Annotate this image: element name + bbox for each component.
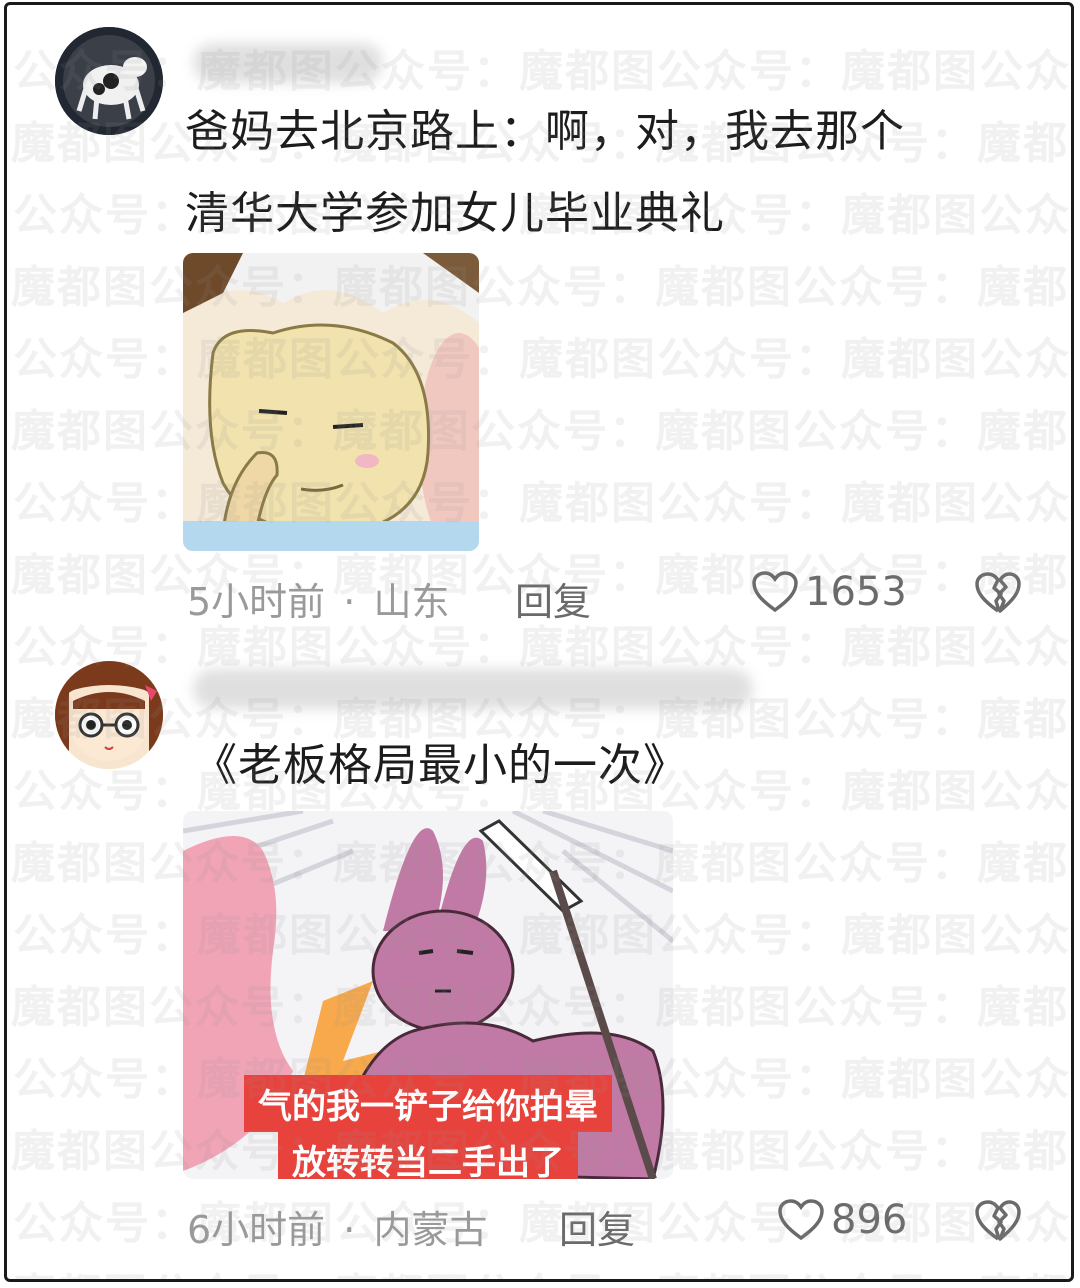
comment-image[interactable]: 气的我一铲子给你拍晕 放转转当二手出了 (183, 811, 673, 1179)
watermark-text: 公众号：魔都图 (335, 46, 657, 97)
watermark-row: 公众号：魔都图 公众号：魔都图 公众号：魔都图 公众号：魔都图 公众号：魔都图 … (7, 395, 1071, 459)
watermark-text: 公众号：魔都图 (657, 334, 979, 385)
username-blurred[interactable] (193, 43, 383, 83)
reply-button[interactable]: 回复 (515, 571, 591, 626)
watermark-text: 公众号：魔都图 (7, 406, 149, 457)
watermark-text: 公众号：魔都图 (979, 1054, 1071, 1105)
comment-text: 《老板格局最小的一次》 (193, 740, 688, 791)
comment-time: 6小时前 (187, 1208, 326, 1252)
watermark-text: 公众号：魔都图 (793, 838, 1071, 889)
like-button[interactable]: 1653 (751, 569, 907, 615)
watermark-text: 公众号：魔都图 (7, 1126, 149, 1177)
meta-separator: · (343, 580, 356, 624)
watermark-text: 公众号：魔都图 (149, 1259, 471, 1279)
watermark-text: 公众号：魔都图 (979, 910, 1071, 961)
broken-heart-icon (975, 572, 1021, 613)
watermark-text: 公众号：魔都图 (7, 550, 149, 601)
heart-outline-icon (752, 571, 798, 613)
watermark-text: 公众号：魔都图 (7, 982, 149, 1033)
watermark-text: 公众号：魔都图 (979, 46, 1071, 97)
watermark-row: 公众号：魔都图 公众号：魔都图 公众号：魔都图 公众号：魔都图 公众号：魔都图 … (13, 323, 1071, 387)
watermark-text: 公众号：魔都图 (657, 1054, 979, 1105)
watermark-row: 公众号：魔都图 公众号：魔都图 公众号：魔都图 公众号：魔都图 公众号：魔都图 … (13, 35, 1071, 99)
watermark-text: 公众号：魔都图 (979, 478, 1071, 529)
watermark-text: 公众号：魔都图 (979, 334, 1071, 385)
watermark-text: 公众号：魔都图 (657, 622, 979, 673)
watermark-row: 公众号：魔都图 公众号：魔都图 公众号：魔都图 公众号：魔都图 公众号：魔都图 … (7, 1259, 1071, 1279)
watermark-text: 公众号：魔都图 (657, 478, 979, 529)
comment-meta: 6小时前 · 内蒙古 (187, 1199, 487, 1254)
broken-heart-icon (975, 1200, 1021, 1241)
watermark-text: 公众号：魔都图 (7, 262, 149, 313)
heart-outline-icon (778, 1199, 824, 1241)
username-blurred[interactable] (193, 669, 753, 709)
comment-image[interactable] (183, 253, 479, 551)
image-caption-line: 放转转当二手出了 (278, 1131, 578, 1179)
dislike-button[interactable] (973, 1199, 1023, 1247)
watermark-text: 公众号：魔都图 (793, 1259, 1071, 1279)
comment-text: 爸妈去北京路上：啊，对，我去那个 清华大学参加女儿毕业典礼 (185, 106, 905, 239)
avatar[interactable] (55, 27, 163, 135)
watermark-text: 公众号：魔都图 (471, 1259, 793, 1279)
watermark-text: 公众号：魔都图 (793, 262, 1071, 313)
watermark-text: 公众号：魔都图 (979, 622, 1071, 673)
watermark-text: 公众号：魔都图 (7, 1259, 149, 1279)
watermark-text: 公众号：魔都图 (471, 406, 793, 457)
image-caption-line: 气的我一铲子给你拍晕 (244, 1075, 612, 1132)
watermark-text: 公众号：魔都图 (793, 406, 1071, 457)
watermark-text: 公众号：魔都图 (793, 1126, 1071, 1177)
watermark-row: 公众号：魔都图 公众号：魔都图 公众号：魔都图 公众号：魔都图 公众号：魔都图 … (7, 251, 1071, 315)
meta-separator: · (343, 1208, 356, 1252)
reply-button[interactable]: 回复 (559, 1199, 635, 1254)
comment-location: 山东 (373, 580, 450, 624)
comment-time: 5小时前 (187, 580, 326, 624)
watermark-row: 公众号：魔都图 公众号：魔都图 公众号：魔都图 公众号：魔都图 公众号：魔都图 … (13, 1187, 1071, 1251)
like-count: 1653 (805, 569, 907, 615)
comment-location: 内蒙古 (373, 1208, 488, 1252)
dislike-button[interactable] (973, 571, 1023, 619)
watermark-row: 公众号：魔都图 公众号：魔都图 公众号：魔都图 公众号：魔都图 公众号：魔都图 … (13, 467, 1071, 531)
avatar[interactable] (55, 661, 163, 769)
watermark-text: 公众号：魔都图 (657, 46, 979, 97)
watermark-text: 公众号：魔都图 (7, 838, 149, 889)
watermark-text: 公众号：魔都图 (471, 262, 793, 313)
watermark-text: 公众号：魔都图 (793, 982, 1071, 1033)
comment-list: 爸妈去北京路上：啊，对，我去那个 清华大学参加女儿毕业典礼 5小时前 · 山东 … (4, 2, 1074, 1282)
comment-meta: 5小时前 · 山东 (187, 571, 449, 626)
watermark-text: 公众号：魔都图 (657, 910, 979, 961)
like-count: 896 (831, 1197, 908, 1243)
like-button[interactable]: 896 (777, 1197, 907, 1243)
